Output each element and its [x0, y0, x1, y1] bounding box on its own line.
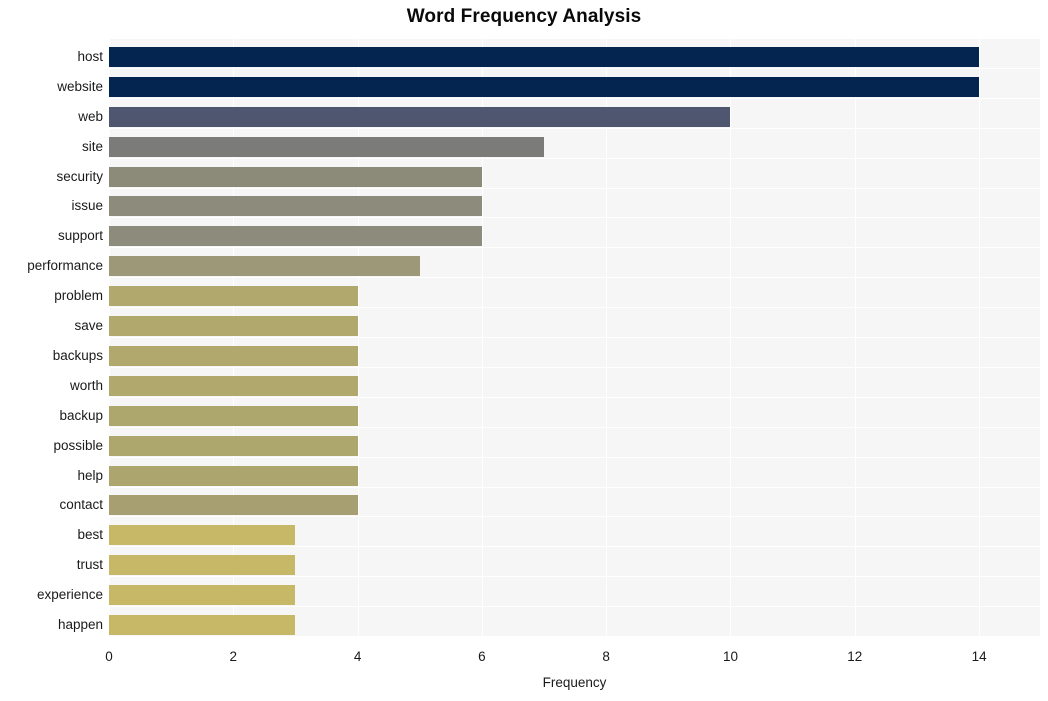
y-axis-tick-label: security — [56, 168, 103, 184]
y-axis-tick-label: problem — [54, 288, 103, 304]
bar — [109, 435, 358, 456]
x-axis-tick-label: 2 — [229, 649, 238, 664]
x-axis-tick-label: 6 — [478, 649, 486, 664]
x-axis-tick-labels: 0 2 4 6 8 10 12 14 — [105, 636, 1040, 666]
y-axis-tick-label: experience — [36, 587, 103, 603]
x-axis-tick-label: 12 — [847, 649, 863, 664]
y-axis-tick-label: website — [57, 78, 103, 94]
bar — [109, 196, 482, 217]
y-axis-tick-label: happen — [57, 617, 103, 633]
bar — [109, 286, 358, 307]
y-axis-tick-label: support — [57, 228, 103, 244]
y-axis-tick-label: web — [78, 108, 103, 124]
y-axis-tick-label: backup — [59, 407, 103, 423]
x-axis-tick-label: 14 — [971, 649, 987, 664]
y-axis-tick-label: performance — [27, 258, 103, 274]
bar-series — [109, 38, 1040, 636]
bar — [109, 166, 482, 187]
bar — [109, 226, 482, 247]
y-axis-tick-label: possible — [53, 437, 103, 453]
y-axis-tick-label: worth — [69, 377, 103, 393]
bar — [109, 465, 358, 486]
bar — [109, 316, 358, 337]
x-axis-tick-label: 4 — [353, 649, 362, 664]
bar — [109, 615, 296, 636]
y-axis-tick-label: trust — [76, 557, 103, 573]
y-axis-tick-label: contact — [59, 497, 103, 513]
y-axis-tick-label: backups — [52, 347, 103, 363]
plot-area — [109, 38, 1040, 637]
y-axis-tick-labels: host website web site security issue support pe… — [0, 38, 103, 636]
bar — [109, 46, 980, 67]
x-axis-tick-label: 0 — [105, 649, 113, 664]
bar — [109, 555, 296, 576]
bar — [109, 495, 358, 516]
chart-title: Word Frequency Analysis — [406, 6, 642, 27]
x-axis-tick-label: 10 — [722, 649, 738, 664]
bar — [109, 525, 296, 546]
bar — [109, 136, 545, 157]
bar — [109, 345, 358, 366]
y-axis-tick-label: host — [77, 48, 103, 64]
y-axis-tick-label: save — [74, 318, 103, 334]
x-axis-tick-label: 8 — [602, 649, 610, 664]
y-axis-tick-label: issue — [71, 198, 103, 214]
bar — [109, 106, 731, 127]
bar — [109, 256, 420, 277]
y-axis-tick-label: site — [81, 138, 103, 154]
x-axis-label: Frequency — [542, 675, 607, 690]
bar — [109, 76, 980, 97]
y-axis-tick-label: help — [77, 467, 103, 483]
bar — [109, 585, 296, 606]
word-frequency-chart-figure: Word Frequency Analysis host website web si… — [0, 0, 1048, 701]
bar — [109, 375, 358, 396]
y-axis-tick-label: best — [77, 527, 103, 543]
bar — [109, 405, 358, 426]
